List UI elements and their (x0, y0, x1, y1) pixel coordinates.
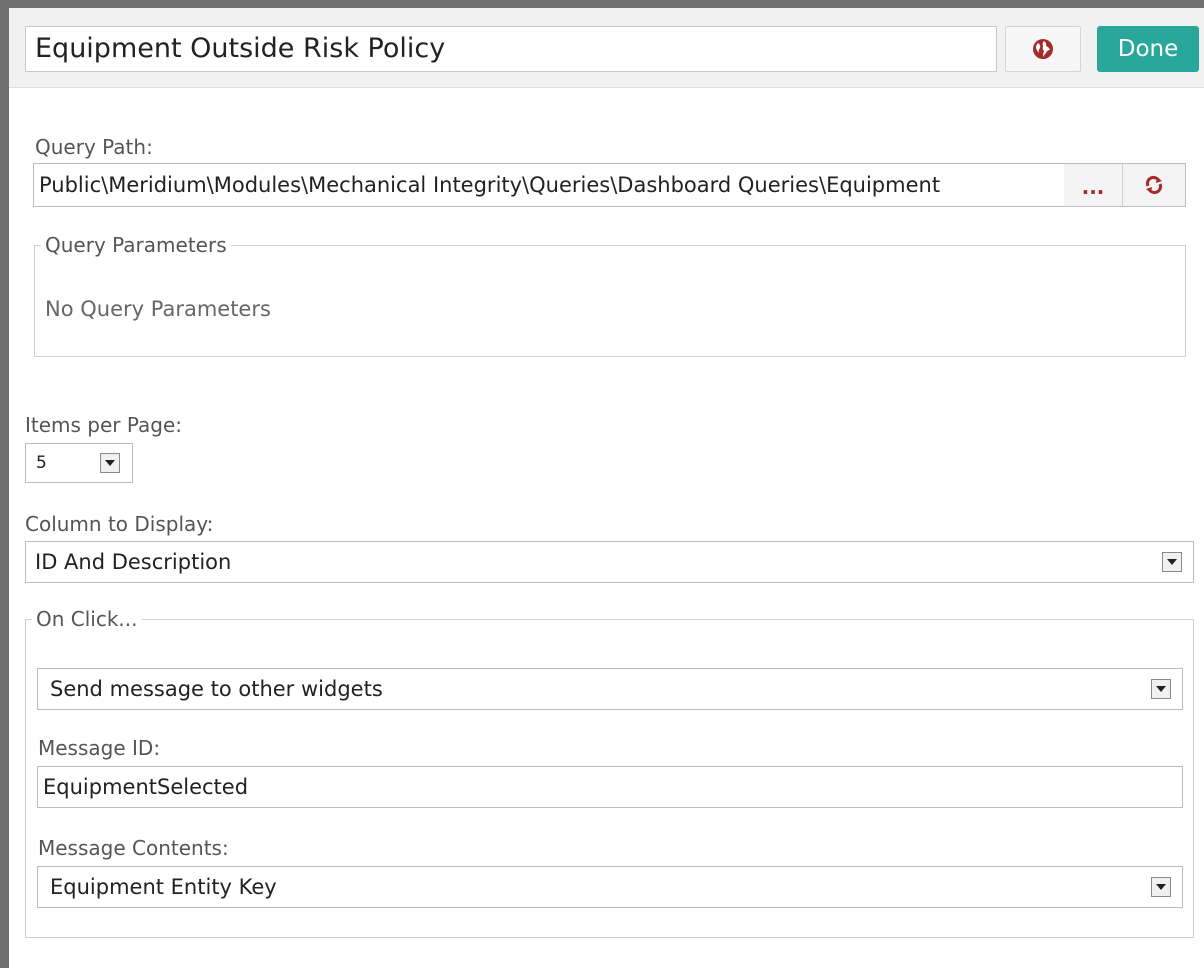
chevron-down-icon[interactable] (1151, 679, 1171, 699)
column-to-display-label: Column to Display: (25, 512, 214, 536)
refresh-query-button[interactable] (1123, 164, 1185, 206)
column-to-display-select[interactable]: ID And Description (25, 541, 1194, 583)
message-id-input[interactable]: EquipmentSelected (37, 766, 1183, 808)
globe-icon (1033, 39, 1053, 59)
refresh-icon (1145, 175, 1163, 195)
on-click-action-select[interactable]: Send message to other widgets (37, 668, 1183, 710)
widget-header: Equipment Outside Risk Policy Done (9, 8, 1204, 88)
message-contents-label: Message Contents: (38, 836, 229, 860)
on-click-legend: On Click... (36, 607, 138, 631)
localize-button[interactable] (1005, 26, 1081, 72)
chevron-down-icon[interactable] (1162, 552, 1182, 572)
message-contents-select[interactable]: Equipment Entity Key (37, 866, 1183, 908)
query-path-input[interactable]: Public\Meridium\Modules\Mechanical Integ… (33, 163, 1065, 207)
message-contents-value: Equipment Entity Key (50, 875, 277, 899)
message-id-label: Message ID: (38, 736, 161, 760)
on-click-action-value: Send message to other widgets (50, 677, 383, 701)
items-per-page-label: Items per Page: (25, 413, 183, 437)
query-parameters-group: Query Parameters (34, 233, 1186, 357)
query-path-label: Query Path: (35, 135, 153, 159)
chevron-down-icon[interactable] (100, 453, 120, 473)
no-query-parameters-text: No Query Parameters (45, 297, 271, 321)
query-path-actions: ... (1064, 163, 1186, 207)
window-frame-top (0, 0, 1204, 8)
chevron-down-icon[interactable] (1151, 877, 1171, 897)
query-parameters-legend: Query Parameters (45, 233, 227, 257)
widget-title-input[interactable]: Equipment Outside Risk Policy (25, 26, 997, 72)
window-frame-left (0, 0, 9, 968)
browse-query-button[interactable]: ... (1064, 164, 1122, 206)
done-button[interactable]: Done (1097, 26, 1199, 72)
items-per-page-value: 5 (36, 453, 47, 473)
column-to-display-value: ID And Description (35, 550, 232, 574)
items-per-page-select[interactable]: 5 (25, 443, 133, 483)
